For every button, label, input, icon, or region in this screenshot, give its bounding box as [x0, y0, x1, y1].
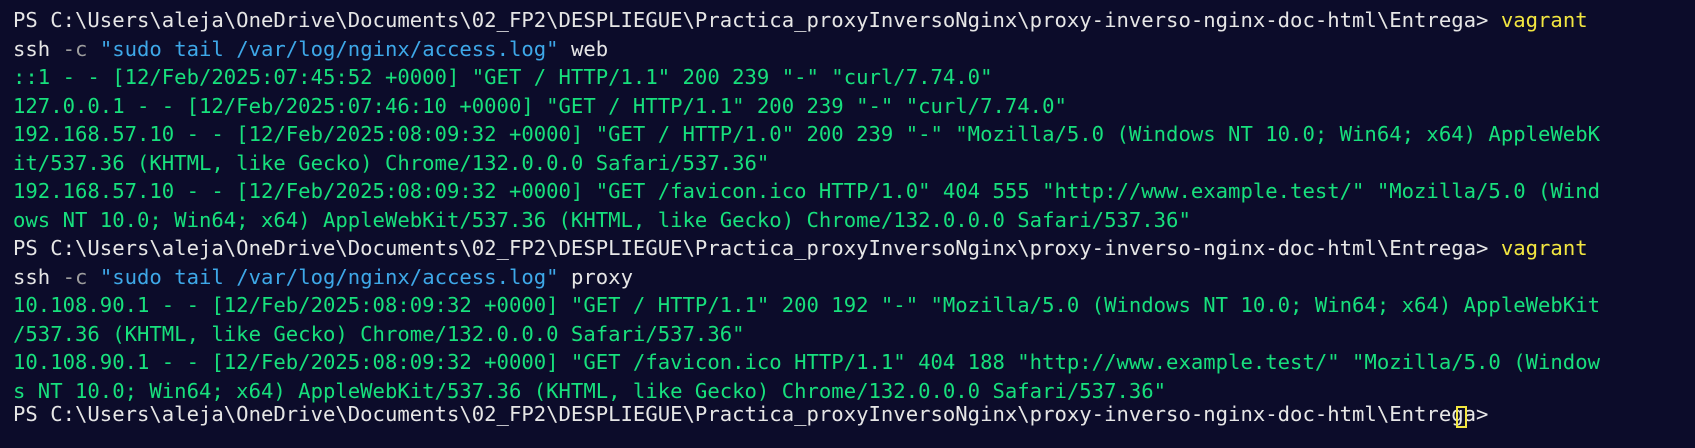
- command-line-web: PS C:\Users\aleja\OneDrive\Documents\02_…: [13, 6, 1600, 35]
- ps-prompt: PS C:\Users\aleja\OneDrive\Documents\02_…: [13, 8, 1501, 32]
- quoted-argument: "sudo tail /var/log/nginx/access.log": [99, 264, 559, 289]
- log-line: 10.108.90.1 - - [12/Feb/2025:08:09:32 +0…: [13, 293, 1601, 317]
- command-name: vagrant: [1500, 8, 1588, 32]
- ps-prompt: PS C:\Users\aleja\OneDrive\Documents\02_…: [13, 236, 1501, 260]
- vm-target: proxy: [570, 264, 633, 289]
- terminal-window[interactable]: PS C:\Users\aleja\OneDrive\Documents\02_…: [0, 0, 1695, 448]
- log-line-wrap: /537.36 (KHTML, like Gecko) Chrome/132.0…: [13, 321, 745, 346]
- log-line: 192.168.57.10 - - [12/Feb/2025:08:09:32 …: [13, 179, 1601, 203]
- command-flag: -c: [62, 36, 88, 61]
- terminal-output: PS C:\Users\aleja\OneDrive\Documents\02_…: [13, 6, 1600, 405]
- quoted-argument: "sudo tail /var/log/nginx/access.log": [99, 36, 559, 61]
- cursor-container: [1456, 404, 1467, 428]
- command-line-proxy: PS C:\Users\aleja\OneDrive\Documents\02_…: [13, 234, 1600, 263]
- log-line-wrap: ows NT 10.0; Win64; x64) AppleWebKit/537…: [13, 207, 1191, 232]
- vm-target: web: [570, 36, 609, 61]
- log-line: 10.108.90.1 - - [12/Feb/2025:08:09:32 +0…: [13, 350, 1601, 374]
- next-prompt: PS C:\Users\aleja\OneDrive\Documents\02_…: [13, 402, 1489, 426]
- block-cursor-icon: [1456, 406, 1467, 428]
- subcommand: ssh: [13, 36, 51, 61]
- subcommand: ssh: [13, 264, 51, 289]
- command-name: vagrant: [1500, 236, 1588, 260]
- command-line-web-cont: ssh -c "sudo tail /var/log/nginx/access.…: [13, 35, 1600, 64]
- log-line-wrap: it/537.36 (KHTML, like Gecko) Chrome/132…: [13, 150, 770, 175]
- command-line-proxy-cont: ssh -c "sudo tail /var/log/nginx/access.…: [13, 263, 1600, 292]
- log-line: ::1 - - [12/Feb/2025:07:45:52 +0000] "GE…: [13, 65, 993, 89]
- log-line: 192.168.57.10 - - [12/Feb/2025:08:09:32 …: [13, 122, 1601, 146]
- command-flag: -c: [62, 264, 88, 289]
- log-line: 127.0.0.1 - - [12/Feb/2025:07:46:10 +000…: [13, 93, 1067, 118]
